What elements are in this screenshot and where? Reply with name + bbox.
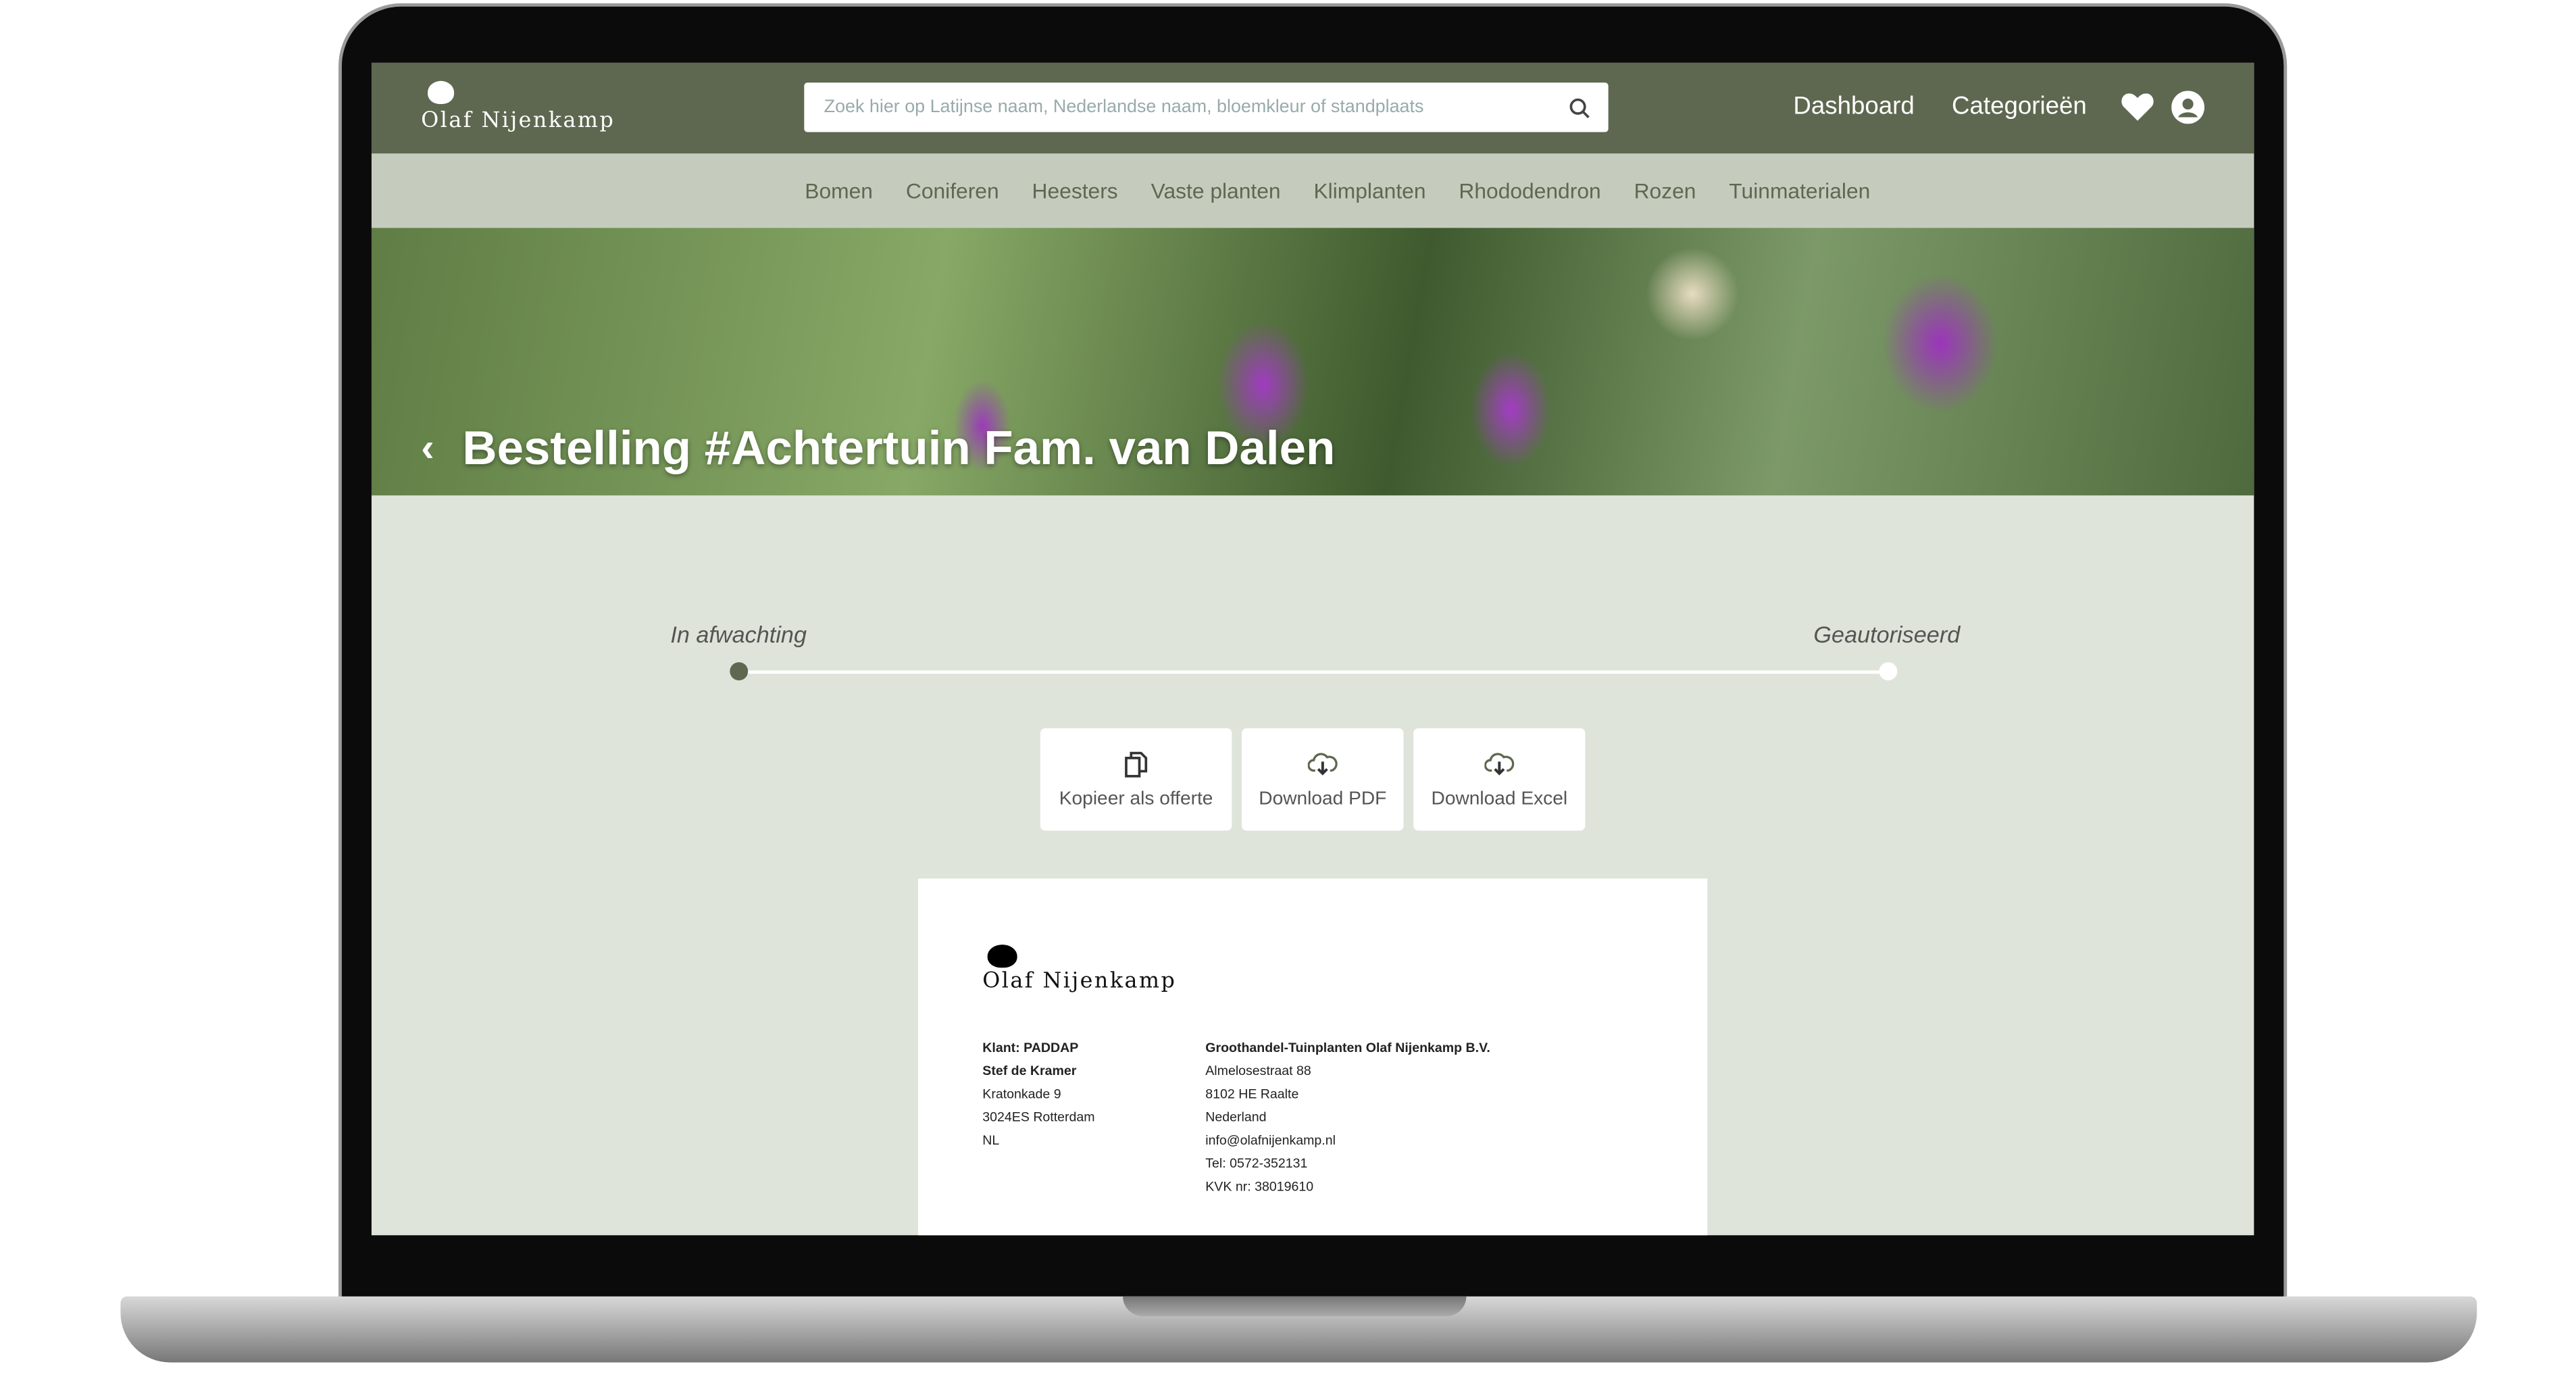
cloud-download-icon [1307,753,1338,776]
client-line: Kratonkade 9 [982,1086,1061,1102]
supplier-line: Groothandel-Tuinplanten Olaf Nijenkamp B… [1205,1040,1490,1055]
download-pdf-button[interactable]: Download PDF [1242,728,1404,831]
client-line: Stef de Kramer [982,1063,1077,1079]
supplier-line: 8102 HE Raalte [1205,1086,1299,1102]
progress-dot-end [1879,662,1898,681]
supplier-line: Almelosestraat 88 [1205,1063,1311,1079]
search-icon[interactable] [1569,97,1590,119]
document-logo: Olaf Nijenkamp [982,969,1177,995]
nav-klimplanten[interactable]: Klimplanten [1313,178,1425,203]
copy-as-quote-label: Kopieer als offerte [1059,789,1213,809]
nav-rhododendron[interactable]: Rhododendron [1459,178,1600,203]
client-line: 3024ES Rotterdam [982,1109,1095,1125]
laptop-notch [1123,1296,1467,1317]
supplier-line: KVK nr: 38019610 [1205,1179,1314,1195]
client-line: NL [982,1132,1000,1148]
categories-link[interactable]: Categorieën [1952,93,2087,121]
download-excel-label: Download Excel [1431,789,1568,809]
download-pdf-label: Download PDF [1259,789,1387,809]
logo[interactable]: Olaf Nijenkamp [421,109,615,134]
cloud-download-icon [1484,753,1515,776]
order-document: Olaf Nijenkamp Klant: PADDAP Stef de Kra… [917,878,1708,1236]
logo-tree-icon [428,80,455,104]
supplier-line: info@olafnijenkamp.nl [1205,1132,1336,1148]
supplier-line: Tel: 0572-352131 [1205,1155,1308,1171]
status-start-label: In afwachting [670,621,807,648]
document-logo-tree-icon [987,945,1017,968]
client-address: Klant: PADDAP Stef de Kramer Kratonkade … [982,1037,1094,1153]
nav-bomen[interactable]: Bomen [805,178,873,203]
back-chevron-icon[interactable]: ‹ [421,426,434,472]
category-nav: Bomen Coniferen Heesters Vaste planten K… [371,153,2254,228]
nav-rozen[interactable]: Rozen [1634,178,1696,203]
user-icon[interactable] [2171,91,2205,124]
supplier-address: Groothandel-Tuinplanten Olaf Nijenkamp B… [1205,1037,1490,1199]
client-line: Klant: PADDAP [982,1040,1079,1055]
supplier-line: Nederland [1205,1109,1267,1125]
screen: Olaf Nijenkamp Dashboard Categorieën Bom… [371,62,2254,1236]
heart-icon[interactable] [2120,91,2154,122]
search-input[interactable] [804,82,1609,132]
nav-heesters[interactable]: Heesters [1032,178,1118,203]
nav-coniferen[interactable]: Coniferen [906,178,999,203]
header: Olaf Nijenkamp Dashboard Categorieën [371,62,2254,154]
download-excel-button[interactable]: Download Excel [1413,728,1586,831]
nav-tuinmaterialen[interactable]: Tuinmaterialen [1729,178,1870,203]
progress-dot-current [730,662,749,681]
progress-track [738,670,1888,674]
page-title: Bestelling #Achtertuin Fam. van Dalen [462,422,1336,476]
status-end-label: Geautoriseerd [1813,621,1961,648]
copy-as-quote-button[interactable]: Kopieer als offerte [1040,728,1232,831]
nav-vaste-planten[interactable]: Vaste planten [1151,178,1281,203]
dashboard-link[interactable]: Dashboard [1793,93,1914,121]
hero-banner: ‹ Bestelling #Achtertuin Fam. van Dalen [371,228,2254,496]
copy-icon [1125,751,1148,778]
